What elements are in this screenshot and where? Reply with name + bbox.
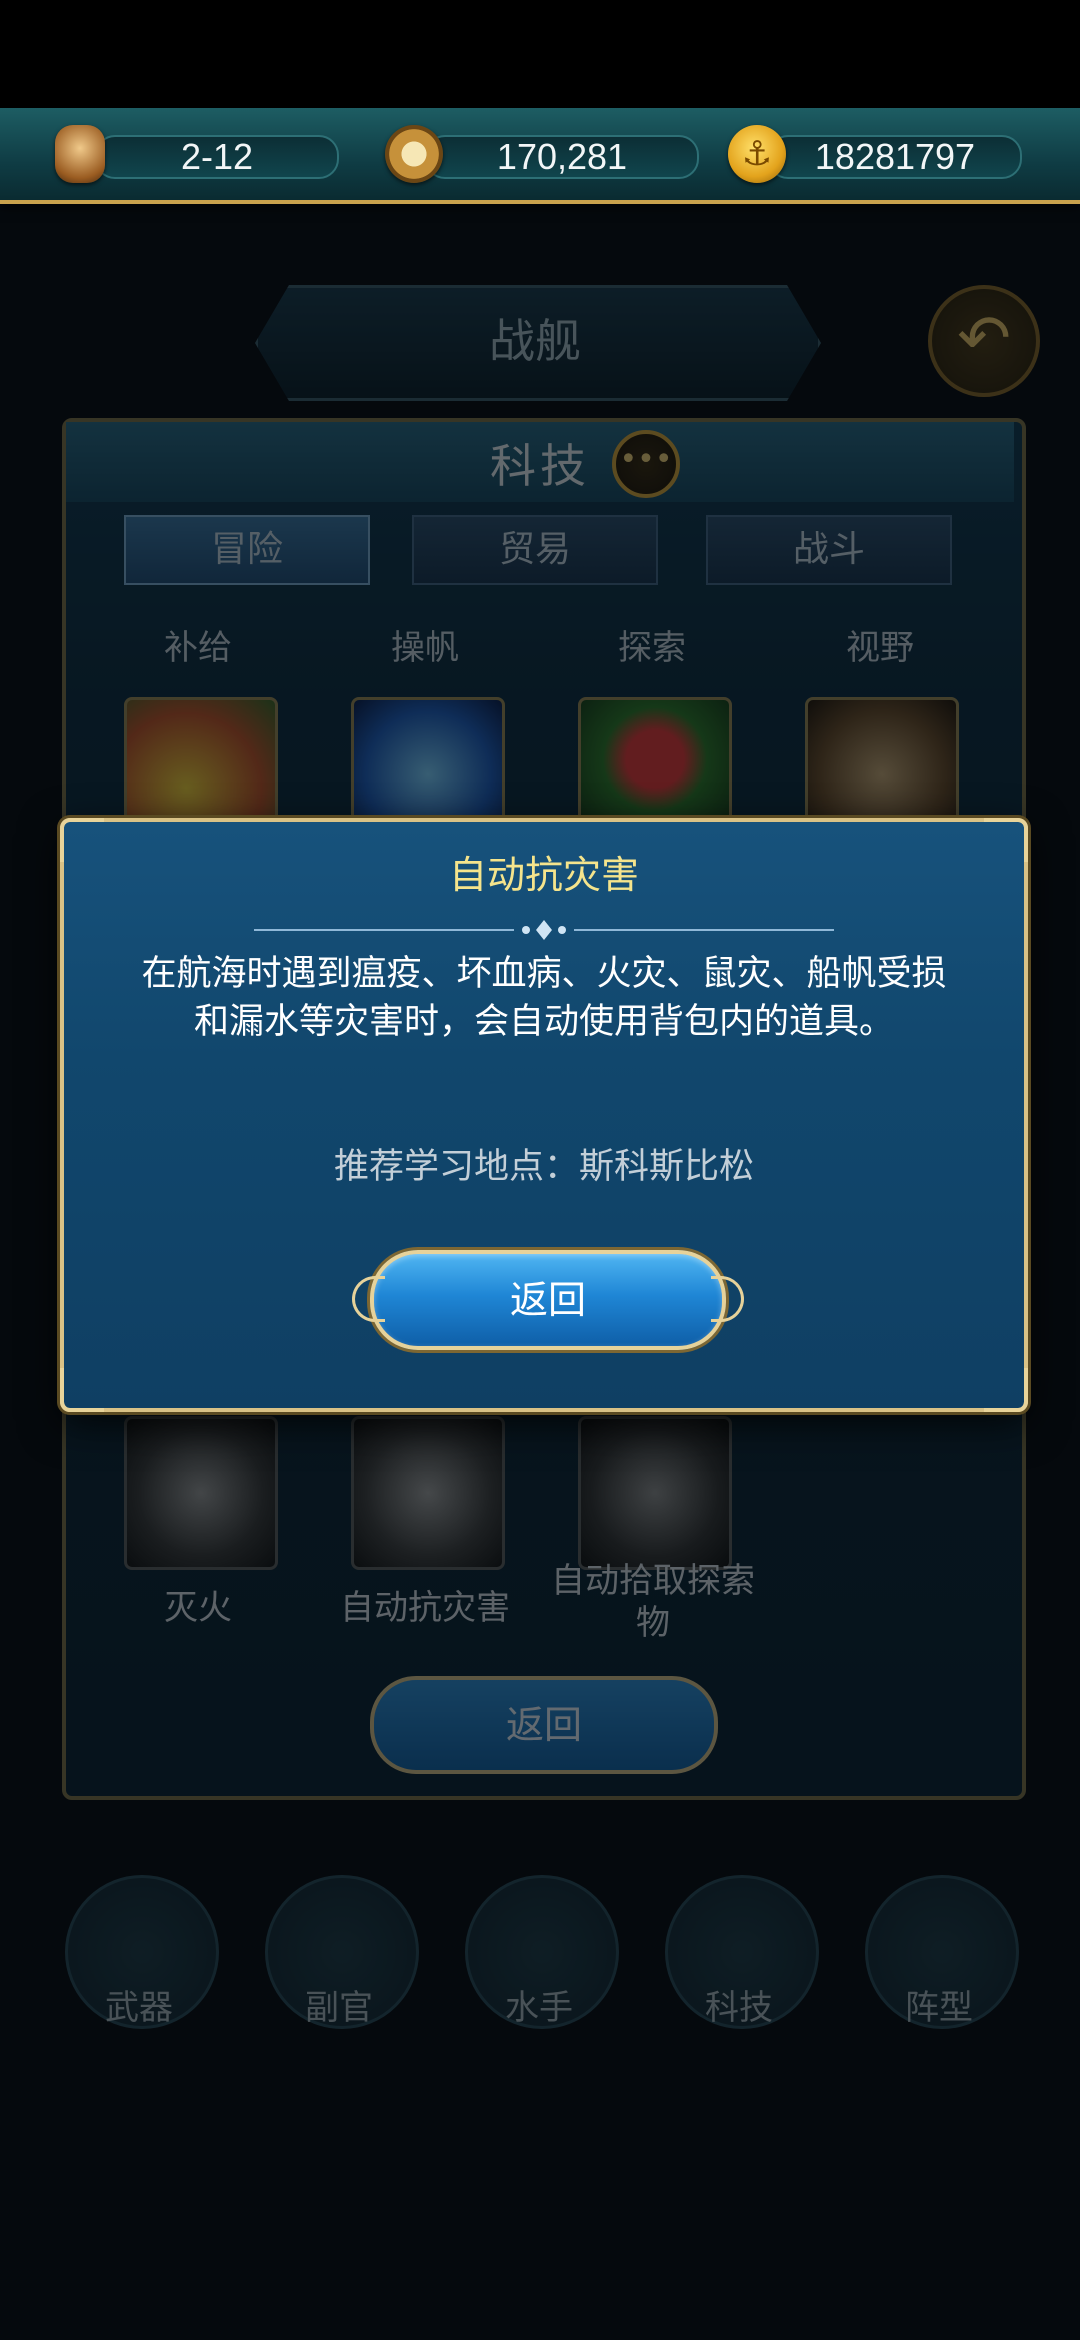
category-vision: 视野: [846, 628, 914, 668]
location-label: 推荐学习地点：: [333, 1147, 579, 1187]
location-value: 斯科斯比松: [579, 1147, 755, 1187]
anchor-coin-icon: ⚓: [728, 125, 786, 183]
silver-resource: 170,281: [385, 125, 700, 183]
tab-trade[interactable]: 贸易: [412, 515, 658, 585]
tech-title: 科技: [490, 439, 590, 493]
auto-disaster-icon[interactable]: [351, 1416, 505, 1570]
gold-resource: 18281797 ⚓: [728, 125, 1022, 183]
category-sailing: 操帆: [391, 628, 459, 668]
auto-disaster-label: 自动抗灾害: [340, 1588, 510, 1628]
return-button-label: 返回: [509, 1278, 586, 1322]
ornament-divider-icon: [254, 920, 834, 940]
dialog-title: 自动抗灾害: [448, 853, 639, 897]
extinguish-fire-label: 灭火: [164, 1588, 232, 1628]
category-supply: 补给: [164, 628, 232, 668]
extinguish-fire-icon[interactable]: [124, 1416, 278, 1570]
dialog-corner-ornament: [60, 1368, 104, 1412]
status-bar: [0, 0, 1080, 108]
button-ornament: [352, 1276, 385, 1322]
back-arrow-icon[interactable]: ↶: [928, 285, 1040, 397]
compass-coin-icon: [385, 125, 443, 183]
auto-pickup-icon[interactable]: [578, 1416, 732, 1570]
skill-info-dialog: 自动抗灾害 在航海时遇到瘟疫、坏血病、火灾、鼠灾、船帆受损和漏水等灾害时，会自动…: [60, 818, 1028, 1412]
recommended-location: 推荐学习地点：斯科斯比松: [64, 1138, 1024, 1189]
nav-sailor-label: 水手: [505, 1988, 573, 2028]
nav-tech-label: 科技: [705, 1988, 773, 2028]
chat-icon[interactable]: •••: [612, 430, 680, 498]
category-explore: 探索: [618, 628, 686, 668]
nav-formation-label: 阵型: [905, 1988, 973, 2028]
resource-bar: 2-12 170,281 18281797 ⚓: [0, 108, 1080, 204]
ship-title: 战舰: [489, 314, 581, 368]
dialog-corner-ornament: [984, 1368, 1028, 1412]
return-button[interactable]: 返回: [352, 1250, 744, 1350]
dialog-description: 在航海时遇到瘟疫、坏血病、火灾、鼠灾、船帆受损和漏水等灾害时，会自动使用背包内的…: [141, 954, 947, 1042]
silver-value: 170,281: [425, 135, 699, 179]
date-value: 2-12: [95, 135, 339, 179]
nav-officer-label: 副官: [305, 1988, 373, 2028]
tab-battle[interactable]: 战斗: [706, 515, 952, 585]
background-return-button[interactable]: 返回: [370, 1676, 718, 1774]
hourglass-icon: [55, 125, 105, 183]
auto-pickup-label: 自动拾取探索物: [551, 1561, 755, 1643]
gold-value: 18281797: [768, 135, 1022, 179]
date-resource: 2-12: [55, 125, 345, 183]
tab-adventure[interactable]: 冒险: [124, 515, 370, 585]
nav-weapon-label: 武器: [105, 1988, 173, 2028]
button-ornament: [711, 1276, 744, 1322]
